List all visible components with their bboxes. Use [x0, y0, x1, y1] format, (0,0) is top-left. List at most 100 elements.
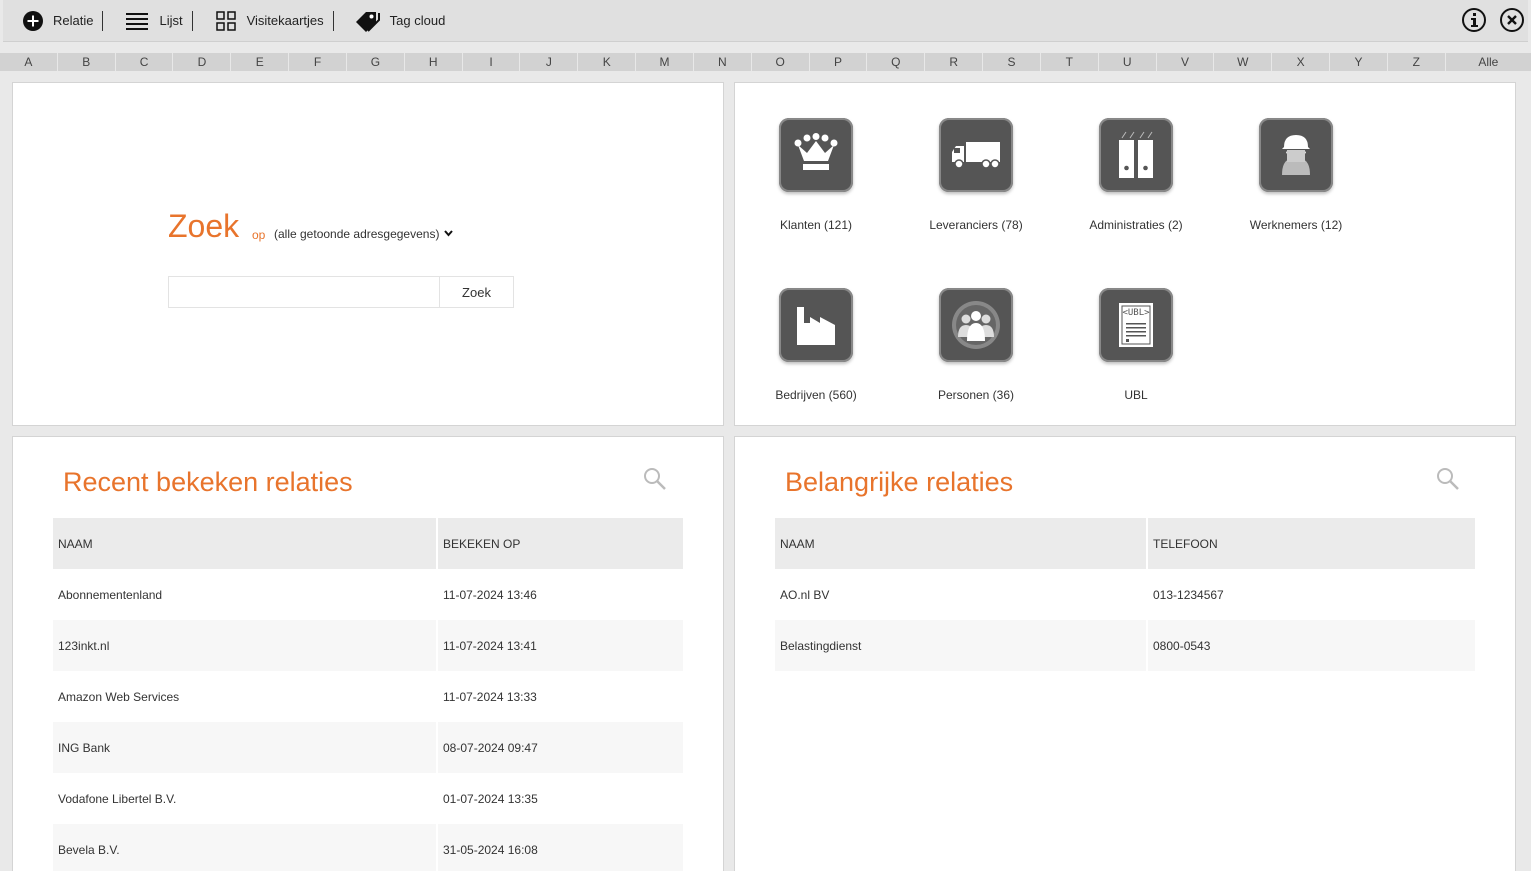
- tagcloud-label: Tag cloud: [389, 13, 446, 28]
- letter-filter-p[interactable]: P: [810, 53, 868, 71]
- letter-filter-a[interactable]: A: [0, 53, 58, 71]
- search-button[interactable]: Zoek: [439, 276, 514, 308]
- search-scope-dropdown[interactable]: (alle getoonde adresgegevens): [274, 227, 453, 241]
- letter-filter-j[interactable]: J: [520, 53, 579, 71]
- row-date: 11-07-2024 13:46: [437, 569, 683, 620]
- table-row[interactable]: Belastingdienst 0800-0543: [775, 620, 1475, 671]
- search-title: Zoek: [168, 208, 240, 244]
- tile-leveranciers[interactable]: Leveranciers (78): [906, 118, 1046, 232]
- list-icon: [126, 12, 149, 30]
- search-panel: Zoek op (alle getoonde adresgegevens) Zo…: [12, 82, 724, 426]
- letter-filter-alle[interactable]: Alle: [1446, 53, 1531, 71]
- new-relatie-button[interactable]: Relatie: [22, 0, 93, 42]
- row-date: 01-07-2024 13:35: [437, 773, 683, 824]
- col-telefoon[interactable]: TELEFOON: [1147, 518, 1475, 569]
- recent-table: NAAM BEKEKEN OP Abonnementenland 11-07-2…: [53, 518, 683, 871]
- table-row[interactable]: Bevela B.V. 31-05-2024 16:08: [53, 824, 683, 871]
- table-row[interactable]: AO.nl BV 013-1234567: [775, 569, 1475, 620]
- toolbar-divider: [191, 10, 193, 31]
- tile-klanten[interactable]: Klanten (121): [746, 118, 886, 232]
- info-button[interactable]: [1462, 8, 1486, 32]
- table-row[interactable]: ING Bank 08-07-2024 09:47: [53, 722, 683, 773]
- row-phone: 013-1234567: [1147, 569, 1475, 620]
- col-naam[interactable]: NAAM: [775, 518, 1148, 569]
- category-panel: Klanten (121) Leveranciers (78) Administ…: [734, 82, 1516, 426]
- col-naam[interactable]: NAAM: [53, 518, 438, 569]
- row-name: Belastingdienst: [775, 620, 1148, 671]
- tile-label: Personen (36): [937, 388, 1015, 402]
- tag-cloud-button[interactable]: Tag cloud: [354, 0, 446, 42]
- letter-filter-w[interactable]: W: [1214, 53, 1273, 71]
- search-input[interactable]: [168, 276, 440, 308]
- toolbar-divider: [102, 10, 104, 31]
- tags-icon: [355, 11, 380, 32]
- important-table: NAAM TELEFOON AO.nl BV 013-1234567 Belas…: [775, 518, 1475, 671]
- row-date: 31-05-2024 16:08: [437, 824, 683, 871]
- tile-personen[interactable]: Personen (36): [906, 288, 1046, 402]
- letter-filter-r[interactable]: R: [925, 53, 984, 71]
- truck-icon: [939, 118, 1013, 192]
- col-bekeken-op[interactable]: BEKEKEN OP: [437, 518, 683, 569]
- letter-filter-g[interactable]: G: [347, 53, 405, 71]
- letter-filter-i[interactable]: I: [463, 53, 521, 71]
- row-name: Abonnementenland: [53, 569, 438, 620]
- letter-filter-o[interactable]: O: [752, 53, 810, 71]
- letter-filter-d[interactable]: D: [173, 53, 232, 71]
- row-name: Bevela B.V.: [53, 824, 438, 871]
- letter-filter-f[interactable]: F: [289, 53, 347, 71]
- tile-label: Bedrijven (560): [775, 388, 857, 402]
- letter-filter-q[interactable]: Q: [867, 53, 926, 71]
- grid-icon: [215, 10, 236, 31]
- crown-icon: [779, 118, 853, 192]
- letter-filter-k[interactable]: K: [578, 53, 637, 71]
- ubl-icon: <UBL>: [1099, 288, 1173, 362]
- table-row[interactable]: 123inkt.nl 11-07-2024 13:41: [53, 620, 683, 671]
- letter-filter-t[interactable]: T: [1041, 53, 1099, 71]
- search-icon[interactable]: [643, 467, 667, 491]
- row-name: 123inkt.nl: [53, 620, 438, 671]
- row-date: 08-07-2024 09:47: [437, 722, 683, 773]
- letter-filter-e[interactable]: E: [231, 53, 290, 71]
- table-row[interactable]: Amazon Web Services 11-07-2024 13:33: [53, 671, 683, 722]
- list-view-button[interactable]: Lijst: [126, 0, 183, 42]
- binders-icon: [1099, 118, 1173, 192]
- svg-text:<UBL>: <UBL>: [1122, 308, 1150, 318]
- tile-bedrijven[interactable]: Bedrijven (560): [746, 288, 886, 402]
- people-icon: [939, 288, 1013, 362]
- row-name: ING Bank: [53, 722, 438, 773]
- tile-label: Werknemers (12): [1249, 218, 1343, 232]
- letter-filter-m[interactable]: M: [636, 53, 694, 71]
- tile-label: Administraties (2): [1089, 218, 1183, 232]
- important-relations-panel: Belangrijke relaties NAAM TELEFOON AO.nl…: [734, 436, 1516, 871]
- letter-filter-n[interactable]: N: [694, 53, 752, 71]
- toolbar: Relatie Lijst Visitekaartjes Tag cloud: [3, 0, 1528, 42]
- search-op-label: op: [252, 228, 266, 242]
- search-icon[interactable]: [1436, 467, 1460, 491]
- recent-title: Recent bekeken relaties: [63, 467, 353, 497]
- letter-filter-x[interactable]: X: [1272, 53, 1331, 71]
- letter-filter-u[interactable]: U: [1099, 53, 1157, 71]
- letter-filter-h[interactable]: H: [405, 53, 463, 71]
- letter-filter-z[interactable]: Z: [1388, 53, 1446, 71]
- recent-relations-panel: Recent bekeken relaties NAAM BEKEKEN OP …: [12, 436, 724, 871]
- factory-icon: [779, 288, 853, 362]
- table-row[interactable]: Vodafone Libertel B.V. 01-07-2024 13:35: [53, 773, 683, 824]
- important-title: Belangrijke relaties: [785, 467, 1014, 497]
- tile-administraties[interactable]: Administraties (2): [1066, 118, 1206, 232]
- tile-label: Klanten (121): [779, 218, 853, 232]
- letter-filter-b[interactable]: B: [58, 53, 116, 71]
- info-icon: [1471, 13, 1478, 27]
- letter-filter-v[interactable]: V: [1157, 53, 1215, 71]
- letter-filter-c[interactable]: C: [116, 53, 174, 71]
- plus-circle-icon: [23, 10, 43, 31]
- row-date: 11-07-2024 13:33: [437, 671, 683, 722]
- letter-filter-y[interactable]: Y: [1330, 53, 1388, 71]
- cards-view-button[interactable]: Visitekaartjes: [215, 0, 324, 42]
- close-button[interactable]: [1500, 8, 1524, 32]
- table-row[interactable]: Abonnementenland 11-07-2024 13:46: [53, 569, 683, 620]
- toolbar-divider: [332, 10, 334, 31]
- row-name: Amazon Web Services: [53, 671, 438, 722]
- letter-filter-s[interactable]: S: [983, 53, 1041, 71]
- tile-ubl[interactable]: <UBL> UBL: [1066, 288, 1206, 402]
- tile-werknemers[interactable]: Werknemers (12): [1226, 118, 1366, 232]
